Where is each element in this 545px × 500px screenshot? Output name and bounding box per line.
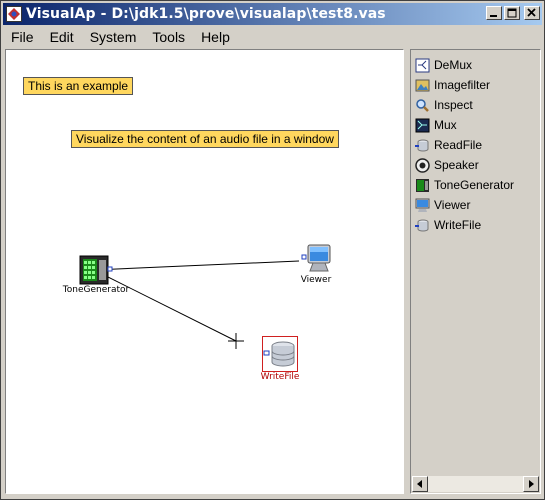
split-divider[interactable] <box>406 49 409 494</box>
diagram-canvas[interactable]: This is an example Visualize the content… <box>5 49 404 494</box>
tone-generator-icon <box>79 255 113 285</box>
palette-item-mux[interactable]: Mux <box>415 116 457 134</box>
demux-icon <box>415 58 430 73</box>
menu-system[interactable]: System <box>82 29 145 45</box>
palette-label-mux: Mux <box>434 118 457 132</box>
minimize-button[interactable] <box>486 6 502 20</box>
menu-file[interactable]: File <box>3 29 42 45</box>
node-tone-generator[interactable]: ToneGenerator <box>56 255 136 295</box>
component-palette: DeMux Imagefilter Inspect Mux ReadFile S… <box>410 49 541 494</box>
scroll-track[interactable] <box>428 476 523 492</box>
scroll-right-button[interactable] <box>523 476 539 492</box>
menu-help[interactable]: Help <box>193 29 238 45</box>
palette-item-speaker[interactable]: Speaker <box>415 156 479 174</box>
palette-item-tonegenerator[interactable]: ToneGenerator <box>415 176 514 194</box>
magnifier-icon <box>415 98 430 113</box>
palette-label-tonegenerator: ToneGenerator <box>434 178 515 192</box>
palette-label-viewer: Viewer <box>434 198 471 212</box>
window-title: VisualAp - D:\jdk1.5\prove\visualap\test… <box>26 6 386 22</box>
palette-label-writefile: WriteFile <box>434 218 482 232</box>
note-description[interactable]: Visualize the content of an audio file i… <box>71 130 339 148</box>
monitor-icon <box>299 243 333 275</box>
database-write-icon <box>415 218 430 233</box>
palette-item-inspect[interactable]: Inspect <box>415 96 473 114</box>
imagefilter-icon <box>415 78 430 93</box>
node-label-write-file: WriteFile <box>260 372 300 382</box>
app-window: VisualAp - D:\jdk1.5\prove\visualap\test… <box>0 0 545 500</box>
menu-bar: File Edit System Tools Help <box>3 27 542 47</box>
palette-label-demux: DeMux <box>434 58 473 72</box>
menu-edit[interactable]: Edit <box>42 29 82 45</box>
app-logo-icon <box>6 6 22 22</box>
database-icon <box>262 336 298 372</box>
scroll-left-button[interactable] <box>412 476 428 492</box>
mux-icon <box>415 118 430 133</box>
node-label-tone-generator: ToneGenerator <box>62 285 130 295</box>
palette-item-writefile[interactable]: WriteFile <box>415 216 481 234</box>
node-write-file[interactable]: WriteFile <box>256 336 304 382</box>
palette-label-inspect: Inspect <box>434 98 473 112</box>
palette-label-speaker: Speaker <box>434 158 479 172</box>
palette-label-readfile: ReadFile <box>434 138 483 152</box>
monitor-icon <box>415 198 430 213</box>
palette-label-imagefilter: Imagefilter <box>434 78 491 92</box>
node-viewer[interactable]: Viewer <box>291 243 341 285</box>
note-example[interactable]: This is an example <box>23 77 134 95</box>
node-label-viewer: Viewer <box>300 275 332 285</box>
palette-item-viewer[interactable]: Viewer <box>415 196 470 214</box>
menu-tools[interactable]: Tools <box>144 29 193 45</box>
crosshair-cursor-icon <box>228 333 244 349</box>
maximize-button[interactable] <box>504 6 520 20</box>
title-bar[interactable]: VisualAp - D:\jdk1.5\prove\visualap\test… <box>3 3 542 25</box>
tone-generator-icon <box>415 178 430 193</box>
database-read-icon <box>415 138 430 153</box>
close-button[interactable] <box>524 6 540 20</box>
speaker-icon <box>415 157 430 173</box>
palette-item-imagefilter[interactable]: Imagefilter <box>415 76 490 94</box>
palette-item-readfile[interactable]: ReadFile <box>415 136 482 154</box>
palette-horizontal-scrollbar[interactable] <box>412 476 539 492</box>
palette-item-demux[interactable]: DeMux <box>415 56 472 74</box>
